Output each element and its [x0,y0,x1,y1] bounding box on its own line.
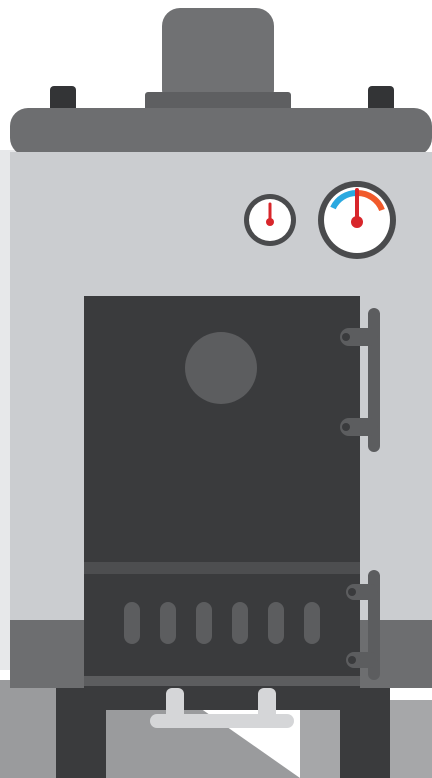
vent-slot [160,602,176,644]
vent-slot [304,602,320,644]
door-peephole [185,332,257,404]
vent-slot [124,602,140,644]
vent-slot [196,602,212,644]
bottom-plate [84,686,360,710]
vent-slot [268,602,284,644]
vent-slot [232,602,248,644]
thermometer-gauge [244,194,296,246]
pressure-gauge [318,181,396,259]
boiler-svg [0,8,432,778]
boiler-illustration [0,0,432,778]
door-separator [84,562,360,574]
boiler-top-cap [10,108,432,156]
bottom-lip [84,676,360,686]
